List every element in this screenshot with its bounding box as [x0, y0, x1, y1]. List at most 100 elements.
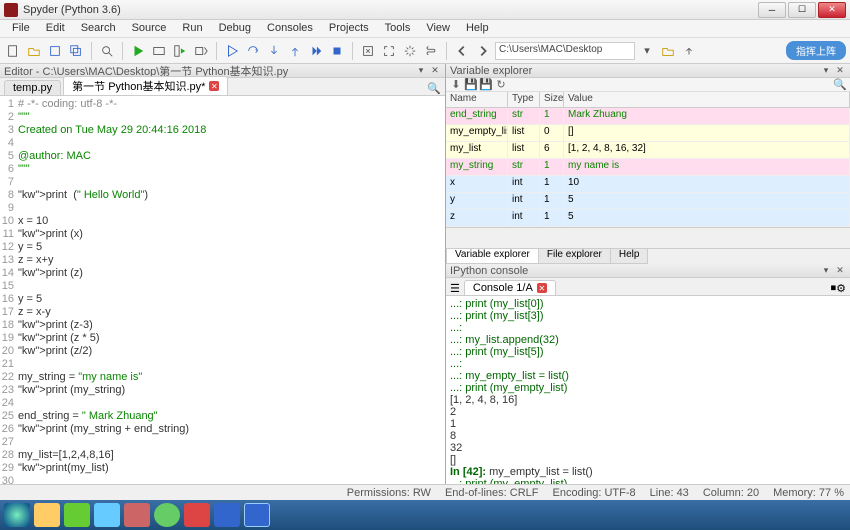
step-out-icon[interactable]	[286, 42, 304, 60]
step-into-icon[interactable]	[265, 42, 283, 60]
console-tab-close-icon[interactable]: ✕	[537, 283, 547, 293]
menu-debug[interactable]: Debug	[211, 20, 259, 37]
search-icon[interactable]	[98, 42, 116, 60]
dropdown-icon[interactable]: ▾	[638, 42, 656, 60]
console-tab[interactable]: Console 1/A✕	[464, 280, 556, 295]
run-icon[interactable]	[129, 42, 147, 60]
tab-variable-explorer[interactable]: Variable explorer	[446, 249, 539, 264]
ipython-console[interactable]: ...: print (my_list[0]) ...: print (my_l…	[446, 296, 850, 486]
editor-tabs: temp.py 第一节 Python基本知识.py*✕ 🔍	[0, 78, 445, 96]
varexp-label: Variable explorer	[450, 65, 532, 77]
task-explorer-icon[interactable]	[34, 503, 60, 527]
run-cell-advance-icon[interactable]	[192, 42, 210, 60]
menu-search[interactable]: Search	[73, 20, 124, 37]
back-icon[interactable]	[453, 42, 471, 60]
tab-close-icon[interactable]: ✕	[209, 81, 219, 91]
var-row[interactable]: my_stringstr1my name is	[446, 159, 850, 176]
new-file-icon[interactable]	[4, 42, 22, 60]
close-button[interactable]: ✕	[818, 2, 846, 18]
debug-icon[interactable]	[223, 42, 241, 60]
status-permissions: Permissions: RW	[347, 487, 431, 499]
var-row[interactable]: end_stringstr1Mark Zhuang	[446, 108, 850, 125]
col-type[interactable]: Type	[508, 92, 540, 107]
status-line: Line: 43	[650, 487, 689, 499]
menu-view[interactable]: View	[418, 20, 458, 37]
ipython-options-icon[interactable]: ▾	[820, 265, 832, 277]
recording-badge[interactable]: 指挥上阵	[786, 41, 846, 60]
varexp-search-icon[interactable]: 🔍	[834, 79, 846, 91]
var-row[interactable]: yint15	[446, 193, 850, 210]
varexp-toolbar: ⬇ 💾 💾 ↻ 🔍	[446, 78, 850, 92]
varexp-close-icon[interactable]: ✕	[834, 65, 846, 77]
tab-current[interactable]: 第一节 Python基本知识.py*✕	[63, 76, 228, 95]
parent-dir-icon[interactable]	[680, 42, 698, 60]
stop-icon[interactable]	[328, 42, 346, 60]
menu-source[interactable]: Source	[124, 20, 175, 37]
col-size[interactable]: Size	[540, 92, 564, 107]
save-all-icon[interactable]	[67, 42, 85, 60]
task-app3-icon[interactable]	[154, 503, 180, 527]
status-memory: Memory: 77 %	[773, 487, 844, 499]
varexp-bottom-tabs: Variable explorer File explorer Help	[446, 248, 850, 264]
ipython-close-icon[interactable]: ✕	[834, 265, 846, 277]
start-button[interactable]	[4, 503, 30, 527]
open-file-icon[interactable]	[25, 42, 43, 60]
var-row[interactable]: zint15	[446, 210, 850, 227]
step-over-icon[interactable]	[244, 42, 262, 60]
menu-edit[interactable]: Edit	[38, 20, 73, 37]
var-row[interactable]: xint110	[446, 176, 850, 193]
main-toolbar: C:\Users\MAC\Desktop ▾ 指挥上阵	[0, 38, 850, 64]
task-app2-icon[interactable]	[124, 503, 150, 527]
menu-file[interactable]: File	[4, 20, 38, 37]
task-powerpoint-icon[interactable]	[184, 503, 210, 527]
var-row[interactable]: my_empty_listlist0[]	[446, 125, 850, 142]
console-tabs: ☰ Console 1/A✕ ⏹ ⚙	[446, 278, 850, 296]
console-menu-icon[interactable]: ☰	[450, 282, 460, 295]
run-cell-icon[interactable]	[150, 42, 168, 60]
refresh-icon[interactable]: ↻	[495, 79, 507, 91]
col-value[interactable]: Value	[564, 92, 850, 107]
import-data-icon[interactable]: ⬇	[450, 79, 462, 91]
status-column: Column: 20	[703, 487, 759, 499]
editor-options-icon[interactable]: ▾	[415, 65, 427, 77]
browse-dir-icon[interactable]	[659, 42, 677, 60]
window-title: Spyder (Python 3.6)	[23, 4, 758, 16]
code-editor[interactable]: 1# -*- coding: utf-8 -*-2"""3Created on …	[0, 96, 445, 502]
save-data-icon[interactable]: 💾	[465, 79, 477, 91]
editor-search-icon[interactable]: 🔍	[427, 82, 441, 95]
forward-icon[interactable]	[474, 42, 492, 60]
task-word-icon[interactable]	[214, 503, 240, 527]
editor-close-icon[interactable]: ✕	[429, 65, 441, 77]
save-data-as-icon[interactable]: 💾	[480, 79, 492, 91]
preferences-icon[interactable]	[401, 42, 419, 60]
menu-projects[interactable]: Projects	[321, 20, 377, 37]
maximize-button[interactable]: ☐	[788, 2, 816, 18]
maximize-pane-icon[interactable]	[359, 42, 377, 60]
varexp-header: Variable explorer ▾ ✕	[446, 64, 850, 78]
app-icon	[4, 3, 18, 17]
tab-temp[interactable]: temp.py	[4, 80, 61, 95]
status-encoding: Encoding: UTF-8	[553, 487, 636, 499]
menu-run[interactable]: Run	[174, 20, 210, 37]
menu-help[interactable]: Help	[458, 20, 497, 37]
task-spyder-icon[interactable]	[244, 503, 270, 527]
col-name[interactable]: Name	[446, 92, 508, 107]
titlebar: Spyder (Python 3.6) ─ ☐ ✕	[0, 0, 850, 20]
minimize-button[interactable]: ─	[758, 2, 786, 18]
tab-help[interactable]: Help	[610, 249, 649, 264]
taskbar	[0, 500, 850, 530]
task-browser-icon[interactable]	[64, 503, 90, 527]
menu-consoles[interactable]: Consoles	[259, 20, 321, 37]
run-selection-icon[interactable]	[171, 42, 189, 60]
working-dir-input[interactable]: C:\Users\MAC\Desktop	[495, 42, 635, 60]
pythonpath-icon[interactable]	[422, 42, 440, 60]
varexp-options-icon[interactable]: ▾	[820, 65, 832, 77]
tab-file-explorer[interactable]: File explorer	[538, 249, 611, 264]
console-options-icon[interactable]: ⚙	[836, 282, 846, 295]
menu-tools[interactable]: Tools	[377, 20, 419, 37]
save-icon[interactable]	[46, 42, 64, 60]
fullscreen-icon[interactable]	[380, 42, 398, 60]
var-row[interactable]: my_listlist6[1, 2, 4, 8, 16, 32]	[446, 142, 850, 159]
task-app1-icon[interactable]	[94, 503, 120, 527]
continue-icon[interactable]	[307, 42, 325, 60]
